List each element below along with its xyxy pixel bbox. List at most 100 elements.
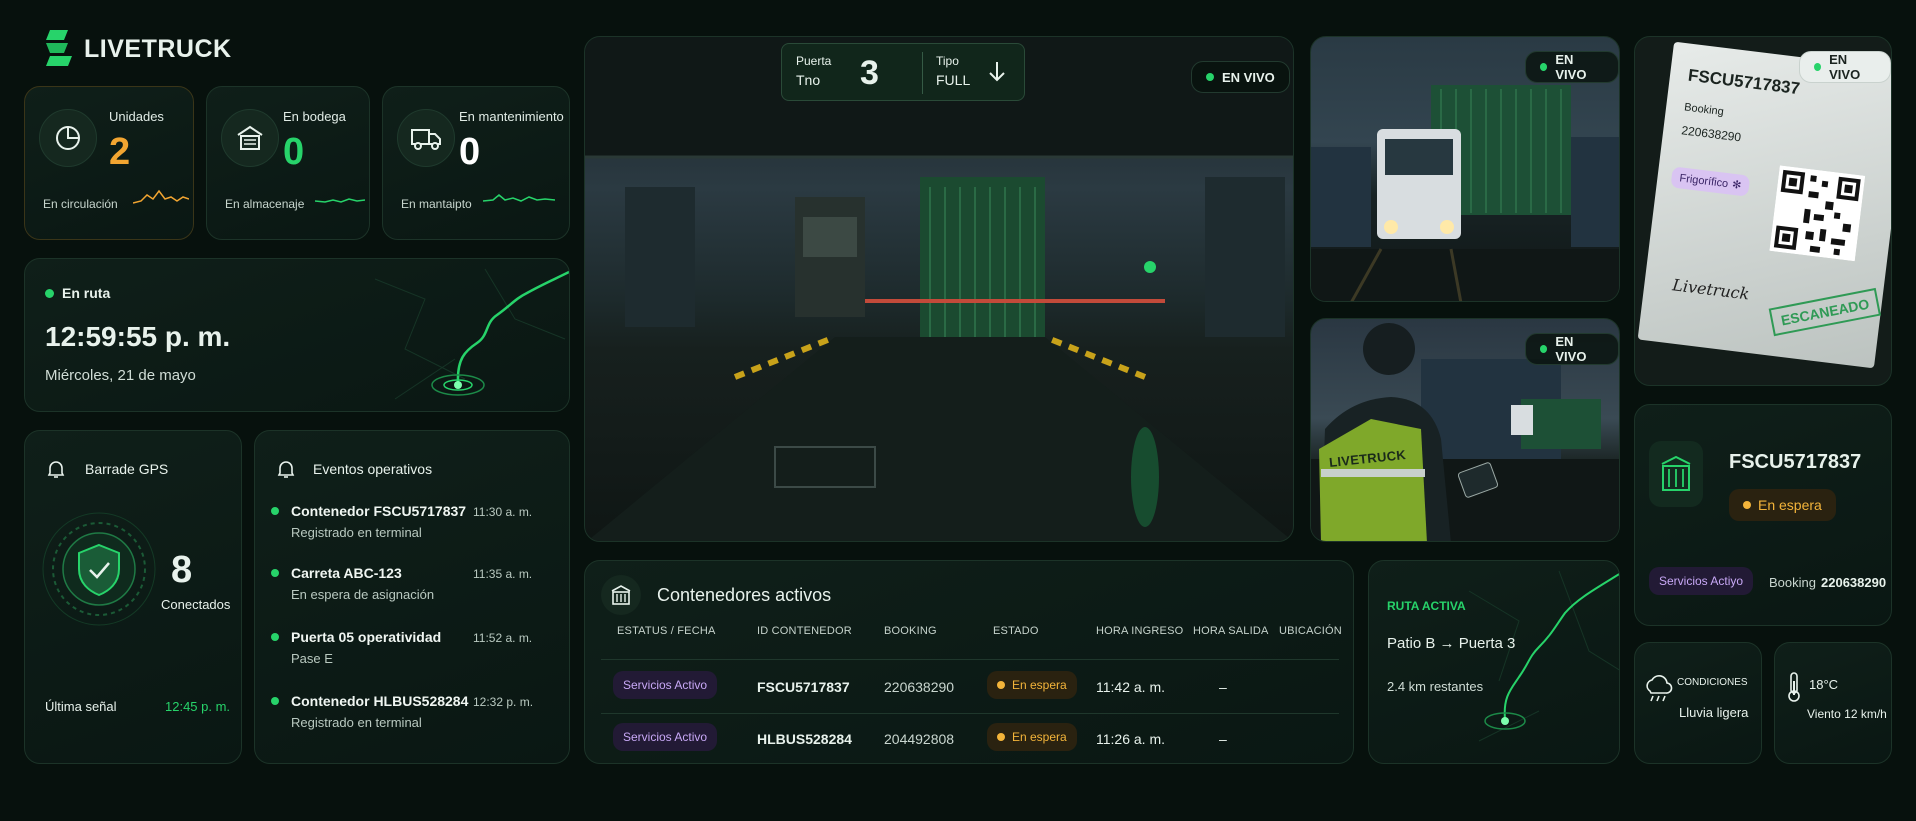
weather-conditions-card: CONDICIONES Lluvia ligera xyxy=(1634,642,1762,764)
weather-cond-label: CONDICIONES xyxy=(1677,677,1748,688)
event-dot xyxy=(271,633,279,641)
active-route-path: Patio B → Puerta 3 xyxy=(1387,635,1516,652)
gps-count: 8 xyxy=(171,549,193,591)
estado-cell: En espera xyxy=(987,671,1077,699)
detail-booking-value: 220638290 xyxy=(1821,575,1887,590)
brand-logo[interactable]: LIVETRUCK xyxy=(44,28,232,70)
divider xyxy=(922,52,923,94)
col-header-booking: BOOKING xyxy=(884,625,937,637)
col-header-ingreso: HORA INGRESO xyxy=(1096,625,1184,637)
pie-chart-icon xyxy=(39,109,97,167)
detail-service: Servicios Actiyo xyxy=(1649,567,1754,595)
brand-name: LIVETRUCK xyxy=(84,34,232,63)
event-dot xyxy=(271,569,279,577)
scanned-document: FSCU5717837 Booking 220638290 Frigorífic… xyxy=(1637,41,1891,369)
event-sub: Registrado en terminal xyxy=(291,525,422,540)
table-row[interactable]: Servicios Activo HLBUS528284 204492808 E… xyxy=(585,719,1355,765)
event-item[interactable]: Contenedor FSCU5717837 Registrado en term… xyxy=(271,503,532,540)
worker-camera-feed[interactable]: LIVETRUCK EN VIVO xyxy=(1310,318,1620,542)
weather-temp-card: 18°C Viento 12 km/h xyxy=(1774,642,1892,764)
id-cell: FSCU5717837 xyxy=(757,679,850,695)
active-route-title: RUTA ACTIVA xyxy=(1387,599,1466,613)
document-scan-feed[interactable]: FSCU5717837 Booking 220638290 Frigorífic… xyxy=(1634,36,1892,386)
sparkline xyxy=(133,189,189,204)
status-pill: Servicios Activo xyxy=(613,723,718,751)
salida-cell: – xyxy=(1219,679,1227,695)
route-time: 12:59:55 p. m. xyxy=(45,321,231,352)
stat-card-mantenimiento[interactable]: En mantenimiento 0 En mantaipto xyxy=(382,86,570,240)
container-icon xyxy=(601,575,641,615)
ingreso-cell: 11:26 a. m. xyxy=(1096,731,1166,747)
doc-signature: Livetruck xyxy=(1671,275,1751,304)
weather-temp: 18°C xyxy=(1809,677,1839,692)
active-route-remaining: 2.4 km restantes xyxy=(1387,679,1484,694)
stat-label: En mantenimiento xyxy=(459,109,564,124)
live-badge: EN VIVO xyxy=(1525,51,1619,83)
gate-camera-feed[interactable]: Puerta Tno 3 Tipo FULL EN VIVO xyxy=(584,36,1294,542)
active-containers-card: Contenedores activos ESTATUS / FECHA ID … xyxy=(584,560,1354,764)
truck-icon xyxy=(397,109,455,167)
events-card: Eventos operativos Contenedor FSCU571783… xyxy=(254,430,570,764)
estado-dot xyxy=(997,681,1005,689)
doc-tag: Frigorífico ✻ xyxy=(1670,166,1751,197)
route-clock-card: En ruta 12:59:55 p. m. Miércoles, 21 de … xyxy=(24,258,570,412)
gate-info-panel: Puerta Tno 3 Tipo FULL xyxy=(781,43,1025,101)
active-route-card[interactable]: RUTA ACTIVA Patio B → Puerta 3 2.4 km re… xyxy=(1368,560,1620,764)
container-icon xyxy=(1649,441,1703,507)
route-map-icon xyxy=(374,268,569,400)
containers-title: Contenedores activos xyxy=(657,585,832,605)
arrow-down-icon xyxy=(989,62,1005,82)
doc-booking-label: Booking xyxy=(1683,101,1725,119)
snowflake-icon: ✻ xyxy=(1731,178,1742,192)
live-badge: EN VIVO xyxy=(1191,61,1290,93)
event-item[interactable]: Contenedor HLBUS528284 Registrado en term… xyxy=(271,693,533,730)
event-sub: Registrado en terminal xyxy=(291,715,422,730)
scanned-stamp: ESCANEADO xyxy=(1768,287,1882,337)
event-sub: En espera de asignación xyxy=(291,587,435,602)
shield-check-icon xyxy=(42,512,156,626)
stat-value: 2 xyxy=(109,131,131,173)
event-dot xyxy=(271,507,279,515)
detail-booking-label: Booking xyxy=(1769,575,1816,590)
divider xyxy=(601,659,1339,660)
gps-last-label: Última señal xyxy=(45,699,117,714)
estado-label: En espera xyxy=(1012,730,1067,744)
status-dot xyxy=(45,288,54,298)
bell-icon[interactable] xyxy=(47,459,65,479)
gps-card: Barrade GPS 8 Conectados Última señal 12… xyxy=(24,430,242,764)
estado-dot xyxy=(997,733,1005,741)
live-dot xyxy=(1540,345,1548,353)
route-status: En ruta xyxy=(45,285,110,301)
bell-icon[interactable] xyxy=(277,459,295,479)
truck-camera-feed[interactable]: EN VIVO xyxy=(1310,36,1620,302)
puerta-sub: Tno xyxy=(796,72,821,88)
event-item[interactable]: Carreta ABC-123 En espera de asignación 11… xyxy=(271,565,532,602)
stat-value: 0 xyxy=(283,131,305,173)
ingreso-cell: 11:42 a. m. xyxy=(1096,679,1166,695)
divider xyxy=(601,713,1339,714)
detail-status: En espera xyxy=(1729,489,1836,521)
live-badge: EN VIVO xyxy=(1525,333,1619,365)
puerta-label: Puerta xyxy=(796,54,832,68)
sparkline xyxy=(315,198,365,203)
table-row[interactable]: Servicios Activo FSCU5717837 220638290 E… xyxy=(585,667,1355,713)
container-detail-card[interactable]: FSCU5717837 En espera Servicios Actiyo B… xyxy=(1634,404,1892,626)
salida-cell: – xyxy=(1219,731,1227,747)
doc-tag-label: Frigorífico xyxy=(1678,171,1729,190)
stat-sub: En mantaipto xyxy=(401,197,472,211)
event-time: 11:35 a. m. xyxy=(473,567,533,581)
weather-cond-value: Lluvia ligera xyxy=(1679,705,1749,720)
stat-card-unidades[interactable]: Unidades 2 En circulación xyxy=(24,86,194,240)
live-badge: EN VIVO xyxy=(1799,51,1891,83)
event-item[interactable]: Puerta 05 operatividad Pase E 11:52 a. m. xyxy=(271,629,532,666)
stat-card-bodega[interactable]: En bodega 0 En almacenaje xyxy=(206,86,370,240)
tipo-value: FULL xyxy=(936,72,971,88)
booking-cell: 204492808 xyxy=(884,731,955,747)
stat-value: 0 xyxy=(459,131,481,173)
rain-cloud-icon xyxy=(1646,675,1673,702)
gps-title: Barrade GPS xyxy=(85,461,169,477)
stat-sub: En circulación xyxy=(43,197,118,211)
col-header-ubicacion: UBICACIÓN xyxy=(1279,625,1342,637)
booking-cell: 220638290 xyxy=(884,679,955,695)
gps-last-time: 12:45 p. m. xyxy=(165,699,231,714)
